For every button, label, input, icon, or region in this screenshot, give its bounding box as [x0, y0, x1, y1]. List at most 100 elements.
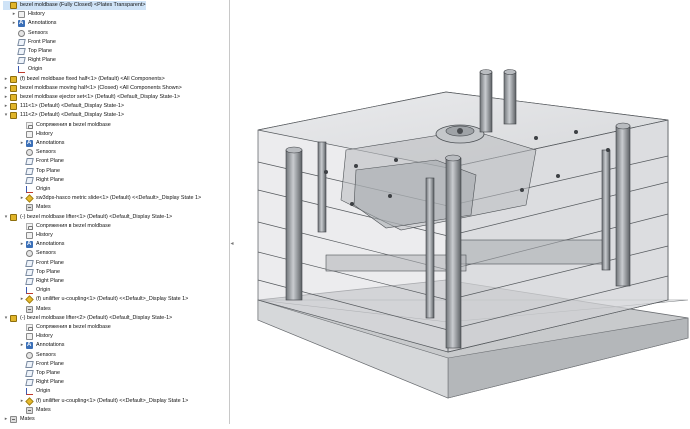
tree-node-label: Right Plane: [36, 379, 64, 386]
tree-node[interactable]: Сопряжения в bezel moldbase: [19, 323, 111, 332]
expand-toggle-icon: [19, 205, 25, 211]
tree-node[interactable]: ▸ Annotations: [19, 341, 65, 350]
tree-node[interactable]: Origin: [19, 185, 50, 194]
subassembly-icon: [10, 75, 17, 83]
tree-node-label: Sensors: [36, 149, 56, 156]
tree-node[interactable]: History: [19, 130, 53, 139]
subassembly-icon: [10, 84, 17, 92]
tree-node[interactable]: ▾ 111<2> (Default) <Default_Display State…: [3, 111, 124, 120]
plane-icon: [25, 268, 34, 276]
tree-node[interactable]: ▸ (f) unilifter u-coupling<1> (Default) <…: [19, 396, 188, 406]
mates-icon: [10, 416, 17, 424]
tree-node[interactable]: ▾ (-) bezel moldbase lifter<1> (Default) …: [3, 213, 172, 222]
panel-collapse-handle[interactable]: ◂: [229, 237, 235, 251]
tree-node[interactable]: Sensors: [19, 148, 56, 157]
tree-node-label: Сопряжения в bezel moldbase: [36, 121, 111, 128]
tree-node-label: 111<2> (Default) <Default_Display State-…: [20, 112, 125, 119]
tree-node[interactable]: ▸ sw3dps-hasco metric slide<1> (Default) …: [19, 194, 201, 203]
expand-toggle-icon[interactable]: ▸: [3, 76, 9, 82]
tree-node[interactable]: Origin: [11, 65, 42, 74]
tree-node-label: Origin: [28, 66, 43, 73]
expand-toggle-icon: [19, 288, 25, 294]
expand-toggle-icon: [19, 251, 25, 257]
tree-node-label: Front Plane: [36, 360, 64, 367]
expand-toggle-icon[interactable]: ▸: [3, 94, 9, 101]
expand-toggle-icon[interactable]: ▸: [19, 195, 25, 202]
tree-node-label: Top Plane: [28, 48, 52, 54]
tree-node[interactable]: Сопряжения в bezel moldbase: [19, 121, 111, 130]
tree-node-label: (f) unilifter u-coupling<1> (Default) <<…: [36, 296, 189, 303]
mate-icon: [26, 324, 33, 332]
expand-toggle-icon[interactable]: ▸: [3, 416, 9, 423]
tree-node[interactable]: Right Plane: [11, 56, 56, 65]
tree-node[interactable]: Top Plane: [19, 369, 60, 378]
tree-node[interactable]: Sensors: [11, 29, 48, 38]
expand-toggle-icon: [19, 334, 25, 340]
sensors-icon: [26, 250, 33, 258]
tree-node[interactable]: Origin: [19, 387, 50, 396]
tree-node[interactable]: ▸ Annotations: [11, 19, 57, 28]
mates-icon: [26, 305, 33, 313]
tree-node[interactable]: Front Plane: [19, 157, 64, 166]
tree-node[interactable]: ▾ (-) bezel moldbase lifter<2> (Default) …: [3, 314, 172, 323]
tree-node[interactable]: Top Plane: [11, 47, 52, 56]
tree-node-label: History: [36, 232, 53, 238]
tree-node[interactable]: ▸ Annotations: [19, 139, 65, 148]
tree-node[interactable]: History: [19, 231, 53, 240]
tree-node[interactable]: Sensors: [19, 249, 56, 258]
expand-toggle-icon[interactable]: ▸: [11, 20, 17, 27]
tree-node[interactable]: ▸ Annotations: [19, 240, 65, 249]
tree-node-label: Mates: [36, 204, 51, 211]
tree-node[interactable]: ▸ (f) unilifter u-coupling<1> (Default) <…: [19, 295, 189, 305]
feature-manager-tree[interactable]: bezel moldbase (Fully Closed) <Plates Tr…: [0, 0, 230, 424]
expand-toggle-icon: [19, 223, 25, 229]
expand-toggle-icon[interactable]: ▸: [19, 296, 25, 303]
tree-node[interactable]: bezel moldbase (Fully Closed) <Plates Tr…: [3, 1, 146, 11]
tree-node[interactable]: Right Plane: [19, 277, 64, 286]
expand-toggle-icon: [19, 325, 25, 331]
tree-node[interactable]: Сопряжения в bezel moldbase: [19, 222, 111, 231]
tree-node-label: Right Plane: [36, 176, 64, 183]
expand-toggle-icon[interactable]: ▸: [3, 103, 9, 110]
origin-icon: [26, 388, 33, 396]
tree-node[interactable]: Front Plane: [19, 360, 64, 369]
expand-toggle-icon[interactable]: ▾: [3, 214, 9, 220]
tree-node[interactable]: History: [19, 332, 53, 341]
expand-toggle-icon: [19, 389, 25, 395]
tree-node[interactable]: Origin: [19, 286, 50, 295]
tree-node[interactable]: Front Plane: [11, 38, 56, 47]
subassembly-icon: [10, 213, 17, 221]
graphics-viewport[interactable]: [236, 0, 690, 424]
tree-node[interactable]: Sensors: [19, 351, 56, 360]
tree-node[interactable]: ▸ History: [11, 10, 45, 19]
tree-node[interactable]: Mates: [19, 203, 51, 212]
tree-node[interactable]: Right Plane: [19, 378, 64, 387]
tree-node-label: Mates: [20, 416, 35, 422]
moldbase-3d-model[interactable]: [236, 0, 690, 424]
tree-node-label: Sensors: [36, 351, 56, 358]
expand-toggle-icon[interactable]: ▾: [3, 112, 9, 119]
expand-toggle-icon[interactable]: ▸: [11, 11, 17, 18]
tree-node-label: Top Plane: [36, 370, 60, 376]
tree-node[interactable]: Top Plane: [19, 268, 60, 277]
expand-toggle-icon[interactable]: ▸: [19, 241, 25, 248]
expand-toggle-icon[interactable]: ▾: [3, 315, 9, 321]
tree-node[interactable]: ▸ bezel moldbase ejector set<1> (Default)…: [3, 93, 180, 102]
tree-node-label: 111<1> (Default) <Default_Display State-…: [20, 103, 125, 110]
tree-node[interactable]: ▸ Mates: [3, 415, 35, 424]
expand-toggle-icon[interactable]: ▸: [3, 85, 9, 91]
tree-node[interactable]: Front Plane: [19, 259, 64, 268]
tree-node[interactable]: ▸ bezel moldbase moving half<1> (Closed) …: [3, 84, 182, 93]
expand-toggle-icon[interactable]: ▸: [19, 140, 25, 147]
expand-toggle-icon: [19, 233, 25, 239]
plane-icon: [17, 48, 26, 56]
tree-node[interactable]: Mates: [19, 406, 51, 415]
tree-node[interactable]: ▸ 111<1> (Default) <Default_Display State…: [3, 102, 124, 111]
expand-toggle-icon[interactable]: ▸: [19, 342, 25, 349]
tree-node[interactable]: Top Plane: [19, 167, 60, 176]
tree-node[interactable]: Right Plane: [19, 176, 64, 185]
tree-node-label: sw3dps-hasco metric slide<1> (Default) <…: [36, 195, 202, 202]
tree-node[interactable]: ▸ (f) bezel moldbase fixed half<1> (Defau…: [3, 75, 165, 84]
tree-node-label: (-) bezel moldbase lifter<1> (Default) <…: [20, 213, 173, 220]
tree-node[interactable]: Mates: [19, 305, 51, 314]
